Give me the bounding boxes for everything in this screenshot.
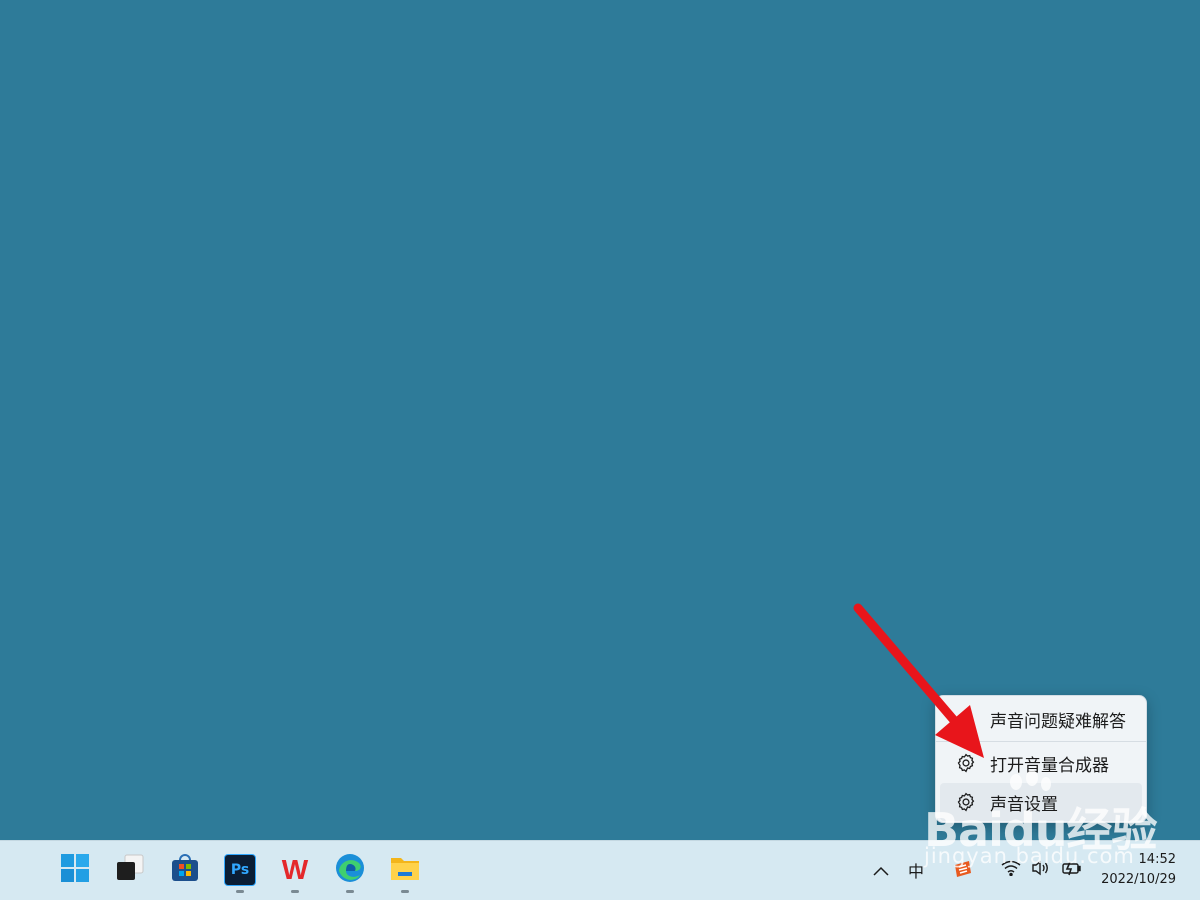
- clock-date: 2022/10/29: [1101, 872, 1176, 887]
- file-explorer-button[interactable]: [385, 850, 425, 893]
- wifi-icon: [1001, 860, 1021, 880]
- task-view-icon: [114, 853, 146, 887]
- gear-icon: [952, 788, 980, 816]
- running-indicator: [401, 890, 409, 893]
- network-button[interactable]: [1000, 857, 1022, 883]
- windows-logo-icon: [60, 853, 90, 887]
- chevron-up-icon: [873, 861, 889, 880]
- running-indicator: [291, 890, 299, 893]
- menu-item-sound-troubleshoot[interactable]: 声音问题疑难解答: [940, 700, 1142, 738]
- sound-context-menu: 声音问题疑难解答 打开音量合成器 声音设置: [935, 695, 1147, 823]
- show-hidden-icons-button[interactable]: [870, 857, 892, 883]
- menu-divider: [936, 741, 1146, 742]
- clock[interactable]: 14:52 2022/10/29: [1101, 850, 1176, 890]
- edge-browser-icon: [334, 852, 366, 888]
- wps-office-icon: W: [281, 854, 309, 885]
- menu-item-sound-settings[interactable]: 声音设置: [940, 783, 1142, 821]
- photoshop-icon: Ps: [224, 854, 256, 886]
- battery-icon: [1061, 860, 1083, 880]
- clock-time: 14:52: [1138, 852, 1176, 867]
- file-explorer-icon: [389, 853, 421, 887]
- task-view-button[interactable]: [110, 850, 150, 890]
- edge-browser-button[interactable]: [330, 850, 370, 893]
- photoshop-button[interactable]: Ps: [220, 850, 260, 893]
- taskbar: Ps W 中 14:52 2022/10/29: [0, 840, 1200, 900]
- microsoft-store-button[interactable]: [165, 850, 205, 890]
- ime-icon: 中: [907, 862, 924, 881]
- menu-item-label: 声音问题疑难解答: [990, 711, 1126, 732]
- wps-office-button[interactable]: W: [275, 850, 315, 893]
- app-tray-button[interactable]: [950, 857, 976, 883]
- menu-item-label: 声音设置: [990, 794, 1058, 815]
- battery-button[interactable]: [1060, 857, 1084, 883]
- menu-item-open-volume-mixer[interactable]: 打开音量合成器: [940, 744, 1142, 782]
- microsoft-store-icon: [169, 852, 201, 888]
- volume-button[interactable]: [1030, 857, 1052, 883]
- speaker-icon: [1031, 860, 1051, 880]
- app-tray-icon: [952, 857, 974, 883]
- gear-icon: [952, 749, 980, 777]
- ime-indicator[interactable]: 中: [905, 857, 927, 883]
- start-button[interactable]: [55, 850, 95, 890]
- running-indicator: [236, 890, 244, 893]
- running-indicator: [346, 890, 354, 893]
- menu-item-label: 打开音量合成器: [990, 755, 1109, 776]
